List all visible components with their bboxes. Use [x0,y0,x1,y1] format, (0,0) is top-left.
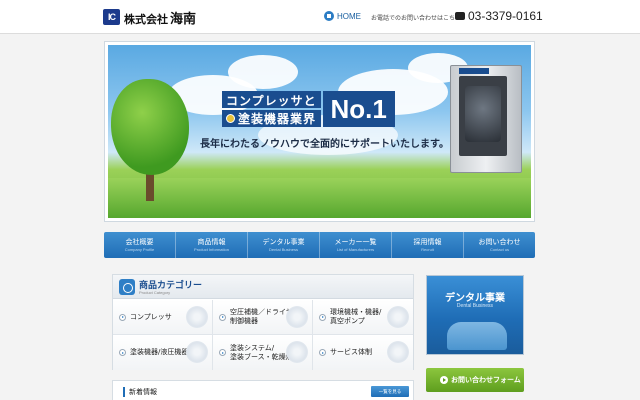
hero-subtitle: 長年にわたるノウハウで全面的にサポートいたします。 [200,139,449,150]
disc-decoration-icon [387,341,409,363]
category-item-label: 塗装機器/液圧機器 [130,348,189,356]
nav-item-company[interactable]: 会社概要 Company Profile [104,232,176,258]
nav-label: メーカー一覧 [334,238,377,246]
machine-tank [465,86,501,142]
company-name-main: 海南 [170,11,197,27]
phone-number-text: 03-3379-0161 [468,9,543,23]
arrow-circle-icon [319,349,326,356]
nav-label: お問い合わせ [478,238,521,246]
global-nav: 会社概要 Company Profile 商品情報 Product Inform… [104,232,535,258]
disc-decoration-icon [387,306,409,328]
news-section: 新着情報 一覧を見る [112,380,414,400]
category-item-environment[interactable]: 環境機械・機器/ 真空ポンプ [313,300,413,335]
category-item-compressor[interactable]: コンプレッサ [113,300,213,335]
dental-title: デンタル事業 [445,293,505,304]
no1-badge: No.1 [322,91,395,127]
nav-sublabel: Recruit [421,247,434,252]
arrow-circle-icon [219,349,226,356]
nav-sublabel: Company Profile [124,247,155,252]
nav-label: 商品情報 [197,238,226,246]
disc-decoration-icon [286,341,308,363]
company-name: 株式会社 海南 [124,8,196,27]
nav-sublabel: List of Manufacturers [336,247,375,252]
logo-mark-icon: IC [103,9,120,25]
compressor-machine-image [450,65,522,173]
category-item-pneumatic[interactable]: 空圧補機／ドライヤ/ 制御機器 [213,300,313,335]
phone-number: 03-3379-0161 [455,9,543,23]
dental-chair-image [447,322,507,350]
catch-line-2: 塗装機器業界 [222,110,321,127]
category-header: 商品カテゴリー Product Category [113,275,413,299]
tree-icon [111,79,189,175]
nav-sublabel: Product Information [194,247,229,252]
catch-line-2-text: 塗装機器業界 [238,112,317,126]
machine-top-panel [459,68,489,74]
arrow-circle-icon [319,313,326,321]
company-prefix: 株式会社 [124,12,168,26]
disc-decoration-icon [186,341,208,363]
product-category-panel: 商品カテゴリー Product Category コンプレッサ 空圧補機／ドライ… [112,274,414,370]
arrow-circle-icon [119,313,126,321]
home-link[interactable]: HOME [324,11,361,21]
nav-item-contact[interactable]: お問い合わせ Contact us [464,232,535,258]
company-logo[interactable]: IC 株式会社 海南 [103,8,196,27]
cloud-shape [228,55,298,89]
nav-item-recruit[interactable]: 採用情報 Recruit [392,232,464,258]
news-list-button[interactable]: 一覧を見る [371,386,409,397]
nav-sublabel: Dental Business [269,247,298,252]
hero-banner: コンプレッサと 塗装機器業界 No.1 長年にわたるノウハウで全面的にサポートい… [104,41,535,222]
bullet-dot-icon [226,114,235,123]
category-icon [119,279,135,295]
news-title: 新着情報 [129,388,157,396]
home-icon [324,11,334,21]
nav-sublabel: Contact us [489,247,510,252]
disc-decoration-icon [186,306,208,328]
phone-inquiry-note: お電話でのお問い合わせはこちら [371,15,462,22]
nav-label: 会社概要 [125,238,154,246]
category-grid: コンプレッサ 空圧補機／ドライヤ/ 制御機器 環境機械・機器/ 真空ポンプ 塗装… [113,300,413,370]
arrow-circle-icon [119,349,126,356]
nav-item-products[interactable]: 商品情報 Product Information [176,232,248,258]
category-item-label: サービス体制 [330,348,372,356]
category-subtitle: Product Category [139,290,171,295]
nav-item-manufacturers[interactable]: メーカー一覧 List of Manufacturers [320,232,392,258]
dental-business-banner[interactable]: デンタル事業 Dental Business [426,275,524,355]
nav-label: 採用情報 [413,238,442,246]
category-item-painting[interactable]: 塗装機器/液圧機器 [113,335,213,370]
disc-decoration-icon [286,306,308,328]
category-item-label: 塗装システム/ 塗装ブース・乾燥炉 [230,343,293,361]
contact-form-button[interactable]: お問い合わせフォーム [426,368,524,392]
site-header: IC 株式会社 海南 HOME お電話でのお問い合わせはこちら 03-3379-0… [0,0,640,34]
home-label: HOME [337,11,361,21]
hero-catchphrase: コンプレッサと 塗装機器業界 No.1 [222,91,395,127]
news-accent-bar [123,387,125,397]
category-item-label: コンプレッサ [130,312,172,321]
arrow-circle-icon [219,313,226,321]
dental-subtitle: Dental Business [456,303,494,309]
arrow-circle-icon [440,376,448,384]
contact-form-label: お問い合わせフォーム [451,376,521,384]
phone-icon [455,12,465,20]
hero-image: コンプレッサと 塗装機器業界 No.1 長年にわたるノウハウで全面的にサポートい… [108,45,531,218]
category-item-service[interactable]: サービス体制 [313,335,413,370]
nav-label: デンタル事業 [262,238,305,246]
category-item-label: 環境機械・機器/ 真空ポンプ [330,308,382,325]
nav-item-dental[interactable]: デンタル事業 Dental Business [248,232,320,258]
category-item-painting-system[interactable]: 塗装システム/ 塗装ブース・乾燥炉 [213,335,313,370]
catch-line-1: コンプレッサと [222,91,321,108]
grass-field [108,178,531,218]
